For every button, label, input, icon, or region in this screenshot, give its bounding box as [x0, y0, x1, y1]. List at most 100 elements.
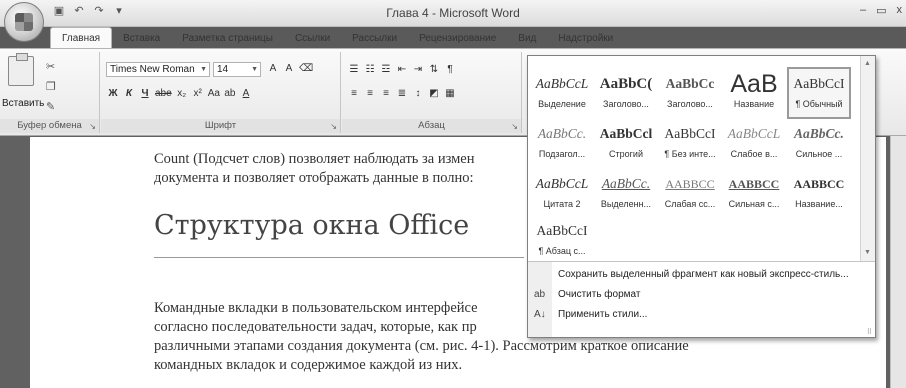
paragraph-row2: ≡ ≡ ≡ ≣ ↕ ◩ ▦ — [348, 88, 456, 99]
style-item[interactable]: AaBbCc. Сильное ... — [789, 119, 849, 167]
line-spacing-icon[interactable]: ↕ — [412, 88, 424, 99]
justify-icon[interactable]: ≣ — [396, 88, 408, 99]
subscript-button[interactable]: x₂ — [176, 88, 188, 99]
chevron-down-icon: ▼ — [200, 66, 207, 73]
title-bar: ▣ ↶ ↷ ▾ Глава 4 - Microsoft Word – ▭ x — [0, 0, 906, 42]
tab-mailings[interactable]: Рассылки — [341, 29, 408, 49]
underline-button[interactable]: Ч — [139, 88, 151, 99]
copy-icon[interactable]: ❐ — [46, 80, 56, 93]
apply-styles-icon: A↓ — [534, 309, 546, 320]
ribbon-tabs: Главная Вставка Разметка страницы Ссылки… — [50, 27, 624, 49]
gallery-scrollbar[interactable]: ▲ ▼ — [860, 56, 875, 261]
font-size-buttons: A A ⌫ — [267, 63, 313, 74]
style-item[interactable]: AaBbCc. Подзагол... — [532, 119, 592, 167]
office-button[interactable] — [4, 2, 44, 42]
tab-view[interactable]: Вид — [507, 29, 547, 49]
office-logo-icon — [15, 13, 33, 31]
doc-heading: Структура окна Office — [154, 210, 470, 241]
bullets-icon[interactable]: ☰ — [348, 64, 360, 75]
tab-page-layout[interactable]: Разметка страницы — [171, 29, 284, 49]
tab-references[interactable]: Ссылки — [284, 29, 341, 49]
vertical-scrollbar[interactable] — [890, 136, 906, 388]
style-item[interactable]: AaBbCcI ¶ Без инте... — [660, 119, 720, 167]
style-item[interactable]: AABBCC Название... — [789, 169, 849, 217]
font-name-field[interactable]: Times New Roman ▼ — [106, 62, 210, 77]
clear-formatting-icon[interactable]: ⌫ — [299, 63, 313, 74]
paragraph-launcher-icon[interactable]: ↘ — [511, 122, 518, 131]
font-launcher-icon[interactable]: ↘ — [330, 122, 337, 131]
minimize-button[interactable]: – — [860, 4, 866, 17]
align-center-icon[interactable]: ≡ — [364, 88, 376, 99]
doc-line: Командные вкладки в пользовательском инт… — [154, 300, 478, 316]
pilcrow-icon[interactable]: ¶ — [444, 64, 456, 75]
style-item[interactable]: AaBbCc Заголово... — [660, 69, 720, 117]
clipboard-launcher-icon[interactable]: ↘ — [89, 122, 96, 131]
paragraph-row1: ☰ ☷ ☲ ⇤ ⇥ ⇅ ¶ — [348, 64, 456, 75]
multilevel-list-icon[interactable]: ☲ — [380, 64, 392, 75]
font-color-button[interactable]: A — [240, 88, 252, 99]
increase-indent-icon[interactable]: ⇥ — [412, 64, 424, 75]
sort-icon[interactable]: ⇅ — [428, 64, 440, 75]
paragraph-group: ☰ ☷ ☲ ⇤ ⇥ ⇅ ¶ ≡ ≡ ≡ ≣ ↕ ◩ ▦ Абзац ↘ — [342, 52, 522, 133]
doc-line: различными этапами создания документа (с… — [154, 338, 689, 354]
apply-styles-command[interactable]: A↓ Применить стили... — [528, 305, 875, 325]
style-item[interactable]: AABBCC Сильная с... — [724, 169, 784, 217]
paste-button[interactable]: Вставить — [2, 98, 44, 109]
change-case-button[interactable]: Aa — [208, 88, 220, 99]
window-controls: – ▭ x — [860, 4, 902, 17]
clear-format-icon: ab — [534, 289, 546, 300]
paragraph-group-label: Абзац — [342, 119, 521, 133]
decrease-indent-icon[interactable]: ⇤ — [396, 64, 408, 75]
styles-gallery-dropdown: AaBbCcL Выделение AaBbC(Заголово... AaBbC… — [527, 55, 876, 338]
heading-underline — [154, 257, 524, 258]
shading-icon[interactable]: ◩ — [428, 88, 440, 99]
numbering-icon[interactable]: ☷ — [364, 64, 376, 75]
scroll-down-icon[interactable]: ▼ — [864, 249, 871, 256]
tab-review[interactable]: Рецензирование — [408, 29, 507, 49]
clipboard-group: Вставить ✂ ❐ ✎ Буфер обмена ↘ — [0, 52, 100, 133]
window-title: Глава 4 - Microsoft Word — [386, 6, 520, 20]
clipboard-group-label: Буфер обмена — [0, 119, 99, 133]
doc-line: согласно последовательности задач, котор… — [154, 319, 477, 335]
borders-icon[interactable]: ▦ — [444, 88, 456, 99]
grow-font-button[interactable]: A — [267, 63, 279, 74]
tab-insert[interactable]: Вставка — [112, 29, 171, 49]
clear-formatting-command[interactable]: ab Очистить формат — [528, 285, 875, 305]
style-item[interactable]: AaBbCcI ¶ Обычный — [787, 67, 851, 119]
tab-home[interactable]: Главная — [50, 27, 113, 49]
style-item[interactable]: AaBbCcL Выделение — [532, 69, 592, 117]
tab-addins[interactable]: Надстройки — [547, 29, 624, 49]
style-item[interactable]: AaBbCcI ¶ Абзац с... — [532, 216, 592, 264]
style-item[interactable]: AaBbCcl Строгий — [596, 119, 656, 167]
italic-button[interactable]: К — [123, 88, 135, 99]
align-left-icon[interactable]: ≡ — [348, 88, 360, 99]
highlight-button[interactable]: ab — [224, 88, 236, 99]
style-item[interactable]: AaBbCc. Выделенн... — [596, 169, 656, 217]
close-button[interactable]: x — [897, 4, 903, 17]
shrink-font-button[interactable]: A — [283, 63, 295, 74]
style-item[interactable]: AaBbC(Заголово... — [596, 69, 656, 117]
doc-line: командных вкладок и содержимое каждой из… — [154, 357, 463, 373]
cut-icon[interactable]: ✂ — [46, 60, 55, 73]
superscript-button[interactable]: x² — [192, 88, 204, 99]
font-size-field[interactable]: 14 ▼ — [213, 62, 261, 77]
style-item[interactable]: AaBbCcL Слабое в... — [724, 119, 784, 167]
font-group: Times New Roman ▼ 14 ▼ A A ⌫ Ж К Ч abe x₂ … — [101, 52, 341, 133]
gallery-divider — [528, 261, 875, 262]
style-item[interactable]: AaBbCcL Цитата 2 — [532, 169, 592, 217]
style-item[interactable]: AABBCC Слабая сс... — [660, 169, 720, 217]
format-painter-icon[interactable]: ✎ — [46, 100, 55, 113]
scroll-up-icon[interactable]: ▲ — [864, 60, 871, 67]
align-right-icon[interactable]: ≡ — [380, 88, 392, 99]
style-item[interactable]: AaB Название — [724, 69, 784, 117]
paste-icon[interactable] — [8, 53, 34, 86]
font-group-label: Шрифт — [101, 119, 340, 133]
doc-line: документа и позволяет отображать данные … — [154, 170, 474, 186]
bold-button[interactable]: Ж — [107, 88, 119, 99]
strikethrough-button[interactable]: abe — [155, 88, 172, 99]
styles-grid: AaBbCcL Выделение AaBbC(Заголово... AaBbC… — [528, 56, 861, 261]
maximize-button[interactable]: ▭ — [876, 4, 886, 17]
font-format-buttons: Ж К Ч abe x₂ x² Aa ab A — [107, 88, 252, 99]
resize-grip-icon[interactable]: ⠿ — [867, 328, 872, 336]
save-as-quick-style-command[interactable]: Сохранить выделенный фрагмент как новый … — [528, 265, 875, 285]
